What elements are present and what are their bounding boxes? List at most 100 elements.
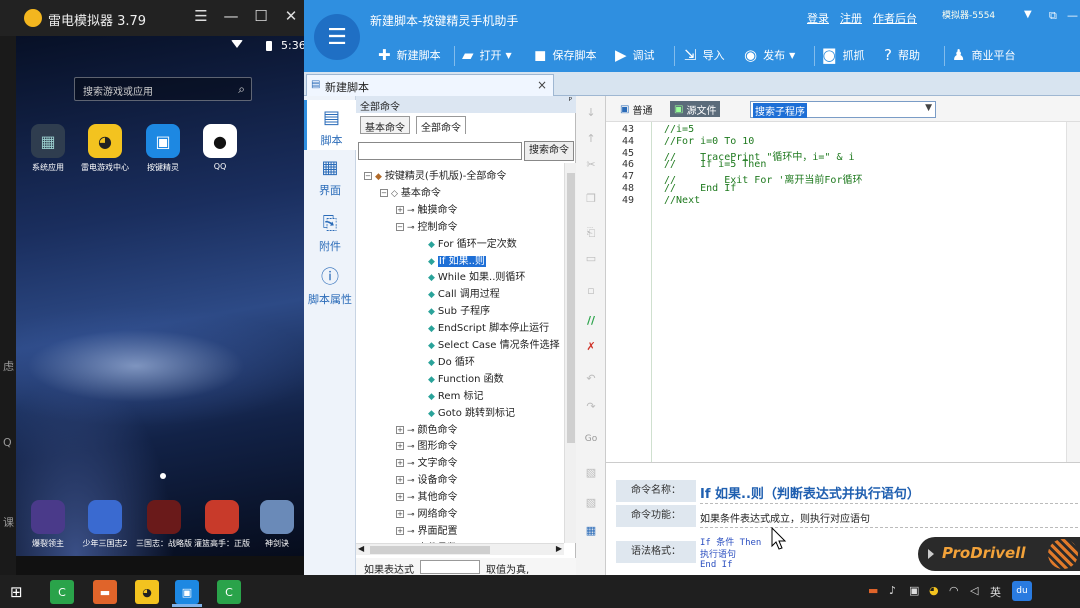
nav-script[interactable]: ▤ 脚本	[304, 100, 356, 150]
command-search-button[interactable]: 搜索命令	[524, 141, 574, 161]
media-icon[interactable]: ▬	[93, 580, 117, 604]
tree-horizontal-scrollbar[interactable]: ◀ ▶	[356, 543, 564, 555]
tray-app-icon[interactable]: ▣	[909, 584, 919, 597]
goto-icon[interactable]: Go	[584, 434, 598, 448]
collapse-icon[interactable]: −	[396, 222, 404, 231]
nav-layout[interactable]: ▦ 界面	[304, 154, 356, 198]
code-line[interactable]: //i=5	[664, 124, 694, 135]
tree-command-item[interactable]: ◆ For 循环一定次数	[428, 235, 517, 250]
cut-icon[interactable]: ✂	[584, 158, 598, 172]
app-system[interactable]: ▦ 系统应用	[21, 124, 75, 173]
expand-icon[interactable]: +	[396, 493, 404, 502]
copy-icon[interactable]: ❐	[584, 192, 598, 206]
volume-icon[interactable]: ◁	[970, 584, 978, 597]
code-line[interactable]: // If i=5 Then	[664, 159, 766, 170]
camtasia2-icon[interactable]: C	[217, 580, 241, 604]
tree-category-item[interactable]: + ⊸ 文字命令	[396, 454, 458, 469]
expand-icon[interactable]: +	[396, 476, 404, 485]
collapse-icon[interactable]: −	[380, 188, 388, 197]
chevron-right-icon[interactable]: ▶	[556, 544, 562, 553]
tree-category-item[interactable]: + ⊸ 颜色命令	[396, 421, 458, 436]
editor-vertical-scrollbar[interactable]	[1066, 122, 1080, 462]
tree-category-item[interactable]: − ◇ 基本命令	[380, 184, 441, 199]
outdent-icon[interactable]: ↷	[584, 400, 598, 414]
expand-icon[interactable]: +	[396, 459, 404, 468]
tree-category-item[interactable]: + ⊸ 网络命令	[396, 505, 458, 520]
dock-app[interactable]: 少年三国志2	[78, 500, 132, 549]
app-game-center[interactable]: ◕ 雷电游戏中心	[78, 124, 132, 173]
code-line[interactable]: //For i=0 To 10	[664, 136, 754, 147]
anjian-icon[interactable]: ▣	[175, 580, 199, 604]
tree-category-item[interactable]: + ⊸ 设备命令	[396, 471, 458, 486]
tree-command-item[interactable]: ◆ Goto 跳转到标记	[428, 404, 515, 419]
bookmark-prev-icon[interactable]: ▧	[584, 496, 598, 510]
mic-icon[interactable]: ♪	[889, 584, 896, 597]
tree-command-item[interactable]: ◆ Rem 标记	[428, 387, 484, 402]
code-line[interactable]: // End If	[664, 183, 736, 194]
capture-button[interactable]: ◙ 抓抓	[822, 44, 865, 66]
tree-vertical-scrollbar[interactable]	[564, 163, 576, 543]
wifi-tray-icon[interactable]: ◠	[949, 584, 959, 597]
tree-command-item[interactable]: ◆ Function 函数	[428, 370, 504, 385]
debug-button[interactable]: ▶ 调试	[615, 44, 655, 66]
emulator-close-button[interactable]: ✕	[281, 7, 301, 25]
baidu-icon[interactable]: du	[1012, 581, 1032, 601]
tray-app-icon[interactable]: ▬	[868, 584, 878, 597]
business-platform-button[interactable]: ♟ 商业平台	[952, 44, 1015, 66]
tray-leidian-icon[interactable]: ◕	[929, 584, 939, 597]
emulator-maximize-button[interactable]: ☐	[251, 7, 271, 25]
expand-icon[interactable]: +	[396, 510, 404, 518]
dock-app[interactable]: 爆裂领主	[21, 500, 75, 549]
tree-command-item[interactable]: ◆ While 如果..则循环	[428, 268, 525, 283]
close-icon[interactable]: ×	[537, 78, 547, 92]
dock-app[interactable]: 神剑诀	[250, 500, 304, 549]
open-button[interactable]: ▰ 打开 ▼	[462, 44, 512, 66]
publish-button[interactable]: ◉ 发布 ▼	[744, 44, 795, 66]
import-button[interactable]: ⇲ 导入	[684, 44, 725, 66]
mode-normal-button[interactable]: ▣ 普通	[620, 101, 652, 117]
chevron-down-icon[interactable]: ▼	[925, 103, 932, 113]
indent-icon[interactable]: ↶	[584, 372, 598, 386]
save-script-button[interactable]: ◼ 保存脚本	[534, 44, 596, 66]
emulator-menu-button[interactable]: ☰	[191, 7, 211, 25]
code-line[interactable]: //Next	[664, 195, 700, 206]
scroll-thumb[interactable]	[567, 173, 575, 443]
tree-command-item[interactable]: ◆ Do 循环	[428, 353, 475, 368]
tab-basic-commands[interactable]: 基本命令	[360, 116, 410, 134]
uncomment-icon[interactable]: ✗	[584, 340, 598, 354]
tree-category-item[interactable]: − ◆ 按键精灵(手机版)-全部命令	[364, 167, 506, 182]
subroutine-select[interactable]: 搜索子程序 ▼	[750, 101, 936, 118]
chevron-left-icon[interactable]: ◀	[358, 544, 364, 553]
leidian-icon[interactable]: ◕	[135, 580, 159, 604]
expand-icon[interactable]: +	[396, 425, 404, 434]
tab-all-commands[interactable]: 全部命令	[416, 116, 466, 134]
tree-category-item[interactable]: + ⊸ 图形命令	[396, 437, 458, 452]
redo-icon[interactable]: ↑	[584, 132, 598, 146]
mode-source-button[interactable]: ▣ 源文件	[670, 101, 721, 117]
tree-command-item[interactable]: ◆ If 如果..则	[428, 252, 486, 267]
tree-category-item[interactable]: + ⊸ 其他命令	[396, 488, 458, 503]
nav-attachment[interactable]: ⎘ 附件	[304, 210, 356, 254]
author-backend-link[interactable]: 作者后台	[873, 10, 917, 26]
chevron-down-icon[interactable]: ▼	[1024, 9, 1032, 20]
emulator-minimize-button[interactable]: —	[221, 7, 241, 25]
comment-icon[interactable]: //	[584, 314, 598, 328]
tree-command-item[interactable]: ◆ Sub 子程序	[428, 302, 490, 317]
phone-search-bar[interactable]: 搜索游戏或应用 ⌕	[74, 77, 252, 101]
tree-category-item[interactable]: + ⊸ 界面配置	[396, 522, 458, 537]
register-link[interactable]: 注册	[840, 10, 862, 26]
main-menu-button[interactable]: ☰	[314, 14, 360, 60]
tree-category-item[interactable]: + ⊸ 触摸命令	[396, 201, 458, 216]
ime-indicator[interactable]: 英	[990, 584, 1001, 600]
app-qq[interactable]: ● QQ	[193, 124, 247, 171]
collapse-icon[interactable]: −	[364, 172, 372, 180]
expand-icon[interactable]: +	[396, 526, 404, 535]
paste-icon[interactable]: ⎗	[584, 226, 598, 240]
tab-new-script[interactable]: ▤ 新建脚本 ×	[306, 74, 554, 96]
delete-icon[interactable]: ▭	[584, 252, 598, 266]
dock-app[interactable]: 三国志：战略版	[134, 500, 194, 549]
calc-icon[interactable]: ▦	[584, 524, 598, 538]
restore-icon[interactable]: ⧉	[1049, 9, 1057, 23]
command-search-input[interactable]	[358, 142, 522, 160]
expand-icon[interactable]: +	[396, 205, 404, 214]
